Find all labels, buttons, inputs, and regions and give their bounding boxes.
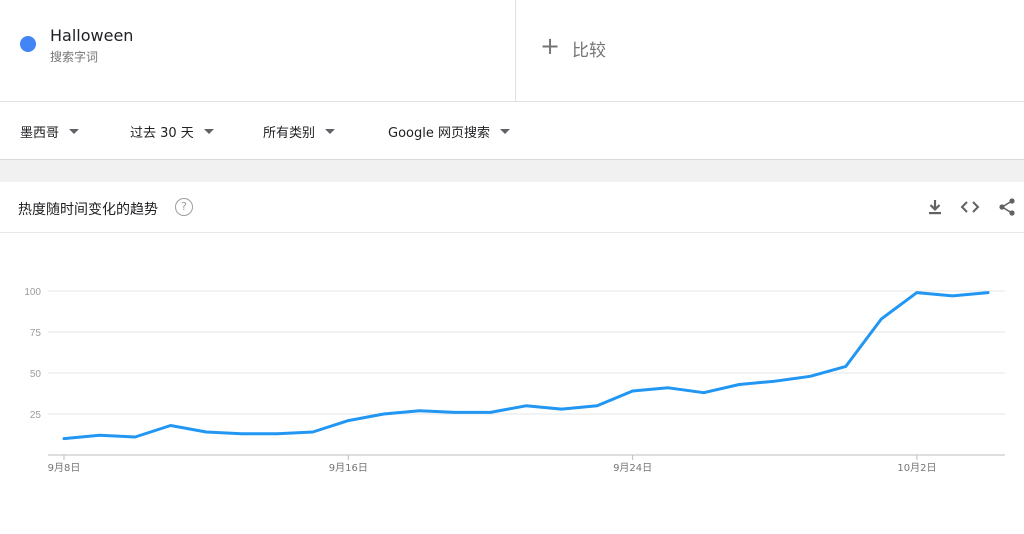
data-point[interactable] [487,409,493,415]
x-tick-label: 9月24日 [613,462,652,474]
data-point[interactable] [132,434,138,440]
card-header: 热度随时间变化的趋势 ? [0,182,1024,233]
caret-down-icon [499,129,510,134]
search-term-row: Halloween 搜索字词 + 比较 [0,0,1024,102]
data-point[interactable] [345,418,351,424]
y-tick-label: 75 [30,328,42,339]
data-point[interactable] [949,293,955,299]
section-divider [0,160,1024,182]
category-dropdown[interactable]: 所有类别 [263,122,336,141]
data-point[interactable] [807,373,813,379]
data-point[interactable] [594,403,600,409]
time-range-dropdown[interactable]: 过去 30 天 [130,122,214,141]
data-point[interactable] [239,431,245,437]
share-icon[interactable] [996,196,1018,218]
caret-down-icon [203,129,214,134]
data-point[interactable] [523,403,529,409]
trend-chart: 25 50 75 100 9月8日 9月16日 9月24日 10月2日 [24,287,1005,474]
filter-bar: 墨西哥 过去 30 天 所有类别 Google 网页搜索 [0,102,1024,160]
search-term-card[interactable]: Halloween 搜索字词 [0,0,516,101]
data-point[interactable] [274,431,280,437]
data-point[interactable] [878,316,884,322]
region-dropdown[interactable]: 墨西哥 [20,122,80,141]
data-point[interactable] [736,381,742,387]
data-point[interactable] [416,408,422,414]
data-point[interactable] [843,363,849,369]
caret-down-icon [69,129,80,134]
data-point[interactable] [203,429,209,435]
data-point[interactable] [701,390,707,396]
download-icon[interactable] [924,196,946,218]
interest-over-time-card: 热度随时间变化的趋势 ? 25 50 75 100 9月8日 9月16日 9月24日 10月2… [0,182,1024,534]
data-point[interactable] [452,409,458,415]
help-icon[interactable]: ? [175,198,193,216]
caret-down-icon [325,129,336,134]
compare-label: 比较 [572,41,606,61]
data-point[interactable] [630,388,636,394]
term-color-dot [20,36,36,52]
x-tick-label: 9月16日 [329,462,368,474]
data-point[interactable] [665,385,671,391]
compare-button[interactable]: + 比较 [516,0,1024,101]
x-tick-label: 10月2日 [897,462,936,474]
data-point[interactable] [559,406,565,412]
card-title: 热度随时间变化的趋势 [18,202,158,218]
search-term-type: 搜索字词 [50,50,99,64]
data-point[interactable] [381,411,387,417]
y-tick-label: 25 [30,410,42,421]
search-property-dropdown[interactable]: Google 网页搜索 [388,122,510,141]
series-line-halloween[interactable] [62,291,990,441]
y-tick-label: 50 [30,369,42,380]
data-point[interactable] [97,432,103,438]
plus-icon: + [540,32,561,60]
embed-code-icon[interactable] [959,196,981,218]
category-label: 所有类别 [263,126,316,141]
search-term-title[interactable]: Halloween [50,26,133,45]
data-point[interactable] [168,422,174,428]
y-tick-label: 100 [24,287,41,298]
data-point[interactable] [985,290,991,296]
region-label: 墨西哥 [20,126,60,141]
search-property-label: Google 网页搜索 [388,126,490,141]
data-point[interactable] [772,378,778,384]
data-point[interactable] [61,436,67,442]
x-tick-label: 9月8日 [48,462,81,474]
data-point[interactable] [914,290,920,296]
data-point[interactable] [310,429,316,435]
time-range-label: 过去 30 天 [130,126,194,141]
